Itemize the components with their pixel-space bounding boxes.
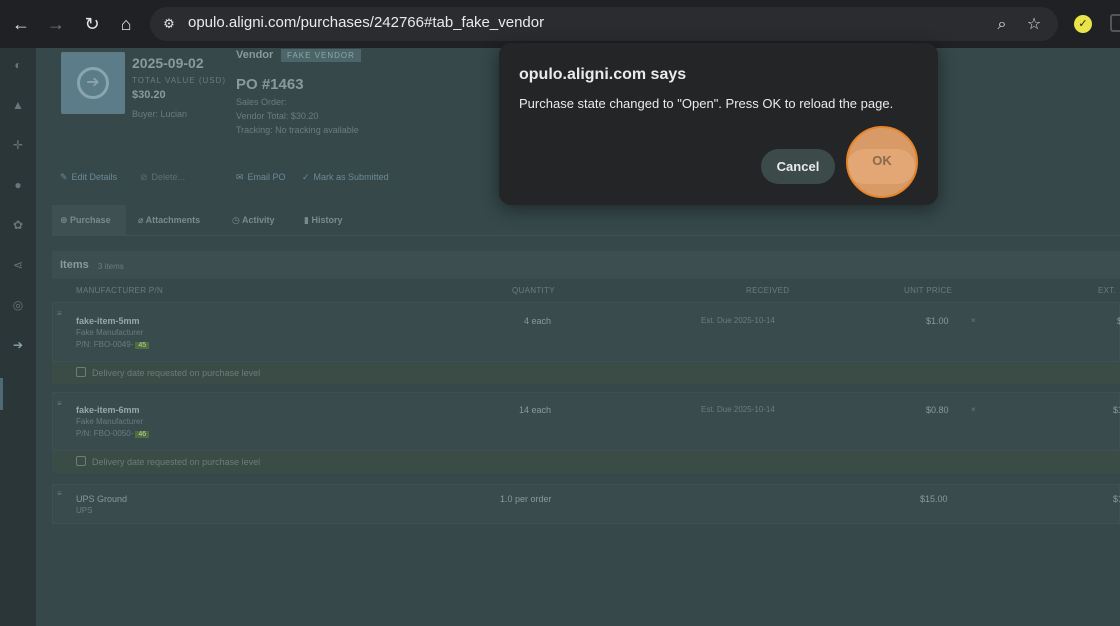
address-bar[interactable]: ⚙ opulo.aligni.com/purchases/242766#tab_… bbox=[150, 7, 1058, 41]
sidebar-dashboard-icon[interactable]: ◐ bbox=[9, 56, 27, 74]
sidebar-purchases-icon[interactable]: ➔ bbox=[9, 336, 27, 354]
vendor-label: Vendor bbox=[236, 49, 274, 61]
item-unit-price: $1.00 bbox=[926, 316, 949, 326]
reload-icon[interactable]: ↻ bbox=[80, 12, 104, 36]
column-header-manufacturer-pn[interactable]: MANUFACTURER P/N bbox=[76, 286, 163, 295]
bookmark-star-icon[interactable]: ☆ bbox=[1024, 15, 1044, 35]
shipping-ext: $1 bbox=[1113, 494, 1120, 504]
tab-attachments[interactable]: ⌀ Attachments bbox=[138, 205, 200, 236]
shipping-quantity: 1.0 per order bbox=[500, 494, 552, 504]
sidebar-crosshair-icon[interactable]: ✛ bbox=[9, 136, 27, 154]
forward-arrow-icon[interactable]: → bbox=[44, 12, 68, 36]
check-icon: ✓ bbox=[302, 172, 310, 182]
pn-tag[interactable]: 45 bbox=[135, 342, 150, 349]
item-manufacturer: Fake Manufacturer bbox=[76, 328, 144, 337]
item-pn: P/N: FBO-0049- 45 bbox=[76, 340, 150, 349]
arrow-circle-icon: ➔ bbox=[77, 67, 109, 99]
extension-icon[interactable] bbox=[1110, 14, 1120, 32]
sidebar-globe-icon[interactable]: ◎ bbox=[9, 296, 27, 314]
tracking: Tracking: No tracking available bbox=[236, 125, 359, 135]
tab-history[interactable]: ▮ History bbox=[304, 205, 342, 236]
edit-details-link[interactable]: ✎ Edit Details bbox=[60, 172, 117, 183]
site-settings-icon[interactable]: ⚙ bbox=[160, 15, 178, 33]
vendor-badge[interactable]: FAKE VENDOR bbox=[281, 49, 361, 62]
sidebar-share-icon[interactable]: ⋖ bbox=[9, 256, 27, 274]
ok-button-label[interactable]: OK bbox=[846, 153, 918, 168]
item-ext: $1 bbox=[1113, 405, 1120, 415]
column-header-received[interactable]: RECEIVED bbox=[746, 286, 789, 295]
clock-icon: ◷ bbox=[232, 215, 243, 225]
total-value-label: TOTAL VALUE (USD) bbox=[132, 76, 227, 85]
items-title: Items bbox=[60, 259, 89, 271]
item-quantity: 14 each bbox=[519, 405, 552, 415]
vendor-total: Vendor Total: $30.20 bbox=[236, 111, 319, 121]
shipping-name: UPS Ground bbox=[76, 494, 128, 504]
browser-toolbar: ← → ↻ ⌂ ⚙ opulo.aligni.com/purchases/242… bbox=[0, 0, 1120, 48]
shipping-unit-price: $15.00 bbox=[920, 494, 948, 504]
items-section-header: Items 3 items bbox=[52, 251, 1120, 279]
calendar-icon bbox=[76, 456, 86, 466]
item-manufacturer: Fake Manufacturer bbox=[76, 417, 144, 426]
table-row[interactable]: ≡ fake-item-6mm Fake Manufacturer P/N: F… bbox=[52, 392, 1120, 451]
sales-order: Sales Order: bbox=[236, 97, 287, 107]
column-header-unit-price[interactable]: UNIT PRICE bbox=[904, 286, 952, 295]
email-po-link[interactable]: ✉ Email PO bbox=[236, 172, 286, 183]
dialog-title: opulo.aligni.com says bbox=[519, 66, 687, 83]
url-text[interactable]: opulo.aligni.com/purchases/242766#tab_fa… bbox=[188, 14, 544, 31]
item-name[interactable]: fake-item-5mm bbox=[76, 316, 140, 326]
purchase-thumbnail: ➔ bbox=[61, 52, 125, 114]
delivery-note: Delivery date requested on purchase leve… bbox=[52, 451, 1120, 473]
tab-purchase[interactable]: ⊕ Purchase bbox=[52, 205, 126, 236]
purchase-tab-icon: ⊕ bbox=[60, 215, 71, 225]
item-quantity: 4 each bbox=[524, 316, 552, 326]
item-received: Est. Due 2025-10-14 bbox=[701, 316, 775, 325]
expand-row-icon[interactable]: ≡ bbox=[57, 489, 62, 498]
column-header-quantity[interactable]: QUANTITY bbox=[512, 286, 555, 295]
home-icon[interactable]: ⌂ bbox=[114, 12, 138, 36]
item-name[interactable]: fake-item-6mm bbox=[76, 405, 140, 415]
sidebar-active-indicator bbox=[0, 378, 3, 410]
back-arrow-icon[interactable]: ← bbox=[9, 12, 33, 36]
total-value: $30.20 bbox=[132, 89, 166, 101]
times-icon: × bbox=[971, 405, 976, 414]
paperclip-icon: ⌀ bbox=[138, 215, 146, 225]
zoom-icon[interactable]: ⌕ bbox=[992, 15, 1012, 35]
sidebar-settings-icon[interactable]: ✿ bbox=[9, 216, 27, 234]
table-row[interactable]: ≡ fake-item-5mm Fake Manufacturer P/N: F… bbox=[52, 302, 1120, 362]
item-received: Est. Due 2025-10-14 bbox=[701, 405, 775, 414]
po-number: PO #1463 bbox=[236, 76, 304, 93]
envelope-icon: ✉ bbox=[236, 172, 244, 182]
sidebar-alerts-icon[interactable]: ▲ bbox=[9, 96, 27, 114]
times-icon: × bbox=[971, 316, 976, 325]
tab-activity[interactable]: ◷ Activity bbox=[232, 205, 275, 236]
sidebar-check-icon[interactable]: ● bbox=[9, 176, 27, 194]
item-pn: P/N: FBO-0050- 46 bbox=[76, 429, 150, 438]
tab-bar: ⊕ Purchase ⌀ Attachments ◷ Activity ▮ Hi… bbox=[52, 205, 1120, 236]
calendar-icon bbox=[76, 367, 86, 377]
delivery-note: Delivery date requested on purchase leve… bbox=[52, 362, 1120, 384]
shipping-carrier: UPS bbox=[76, 506, 93, 515]
column-header-ext[interactable]: EXT. bbox=[1098, 286, 1116, 295]
app-sidebar: ◐ ▲ ✛ ● ✿ ⋖ ◎ ➔ bbox=[0, 48, 36, 626]
cancel-button[interactable]: Cancel bbox=[761, 149, 835, 184]
delete-link[interactable]: ⊘ Delete... bbox=[140, 172, 185, 183]
expand-row-icon[interactable]: ≡ bbox=[57, 399, 62, 408]
expand-row-icon[interactable]: ≡ bbox=[57, 309, 62, 318]
pencil-icon: ✎ bbox=[60, 172, 68, 182]
item-unit-price: $0.80 bbox=[926, 405, 949, 415]
dialog-message: Purchase state changed to "Open". Press … bbox=[519, 96, 894, 111]
pn-tag[interactable]: 46 bbox=[135, 431, 150, 438]
table-row-shipping[interactable]: ≡ UPS Ground UPS 1.0 per order $15.00 $1 bbox=[52, 484, 1120, 524]
cancel-circle-icon: ⊘ bbox=[140, 172, 148, 182]
mark-submitted-link[interactable]: ✓ Mark as Submitted bbox=[302, 172, 389, 183]
buyer: Buyer: Lucian bbox=[132, 109, 188, 119]
items-count: 3 items bbox=[98, 262, 124, 271]
purchase-date: 2025-09-02 bbox=[132, 55, 204, 71]
profile-avatar-icon[interactable]: ✓ bbox=[1074, 15, 1092, 33]
